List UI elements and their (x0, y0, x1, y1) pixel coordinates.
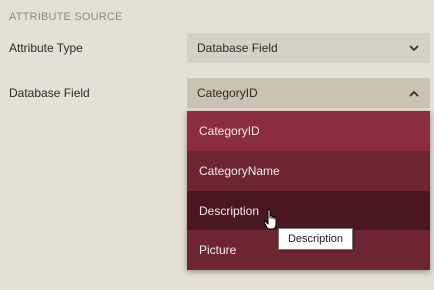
attribute-type-value: Database Field (197, 41, 278, 55)
tooltip: Description (278, 228, 353, 250)
dropdown-option-description[interactable]: Description (187, 191, 430, 231)
chevron-down-icon (408, 42, 420, 54)
database-field-select[interactable]: CategoryID (187, 78, 430, 108)
dropdown-option-categoryid[interactable]: CategoryID (187, 111, 430, 151)
database-field-value: CategoryID (197, 86, 258, 100)
dropdown-option-categoryname[interactable]: CategoryName (187, 151, 430, 191)
attribute-source-panel: ATTRIBUTE SOURCE Attribute Type Database… (0, 0, 434, 290)
database-field-label: Database Field (9, 86, 90, 100)
attribute-type-select[interactable]: Database Field (187, 33, 430, 63)
chevron-up-icon (408, 87, 420, 99)
attribute-type-label: Attribute Type (9, 41, 83, 55)
section-header: ATTRIBUTE SOURCE (9, 11, 123, 23)
hand-cursor-icon (263, 208, 279, 232)
